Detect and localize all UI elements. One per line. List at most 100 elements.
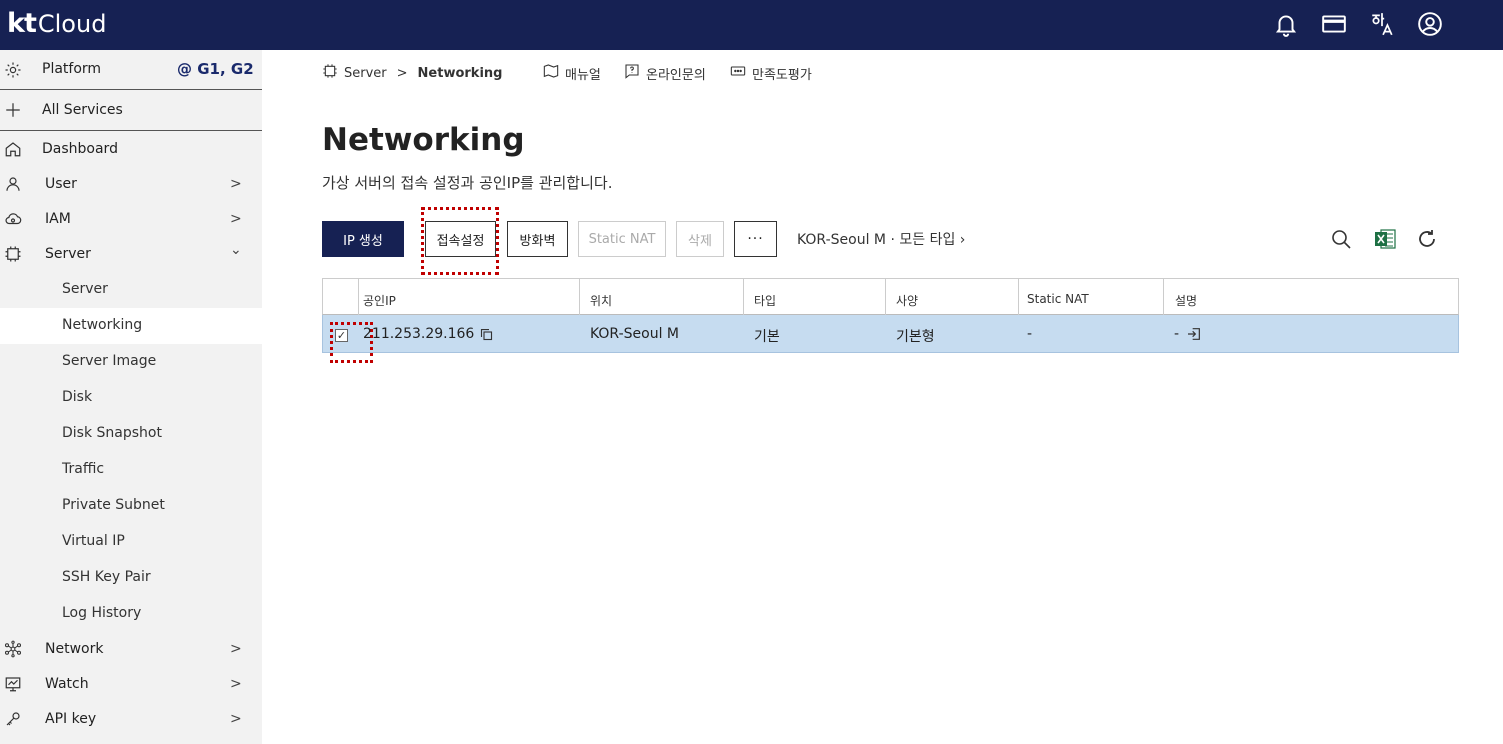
sidebar-sub-ssh-key-pair[interactable]: SSH Key Pair — [0, 560, 262, 596]
sidebar-sub-disk[interactable]: Disk — [0, 380, 262, 416]
platform-tag: @ G1, G2 — [177, 60, 254, 78]
edit-enter-icon[interactable] — [1186, 326, 1202, 342]
chevron-right-icon: > — [230, 676, 242, 692]
sidebar-sub-server[interactable]: Server — [0, 272, 262, 308]
static-nat-button[interactable]: Static NAT — [578, 221, 666, 257]
sidebar-item-server[interactable]: Server ⌄ — [0, 236, 262, 272]
page-description: 가상 서버의 접속 설정과 공인IP를 관리합니다. — [322, 174, 613, 192]
sidebar-sub-label: Traffic — [62, 461, 105, 477]
page-title: Networking — [322, 122, 525, 158]
kt-cloud-logo[interactable]: kt Cloud — [7, 8, 106, 39]
sidebar-sub-virtual-ip[interactable]: Virtual IP — [0, 524, 262, 560]
sidebar-item-user[interactable]: User > — [0, 166, 262, 202]
logo-cloud: Cloud — [37, 10, 107, 38]
sidebar-item-dashboard[interactable]: Dashboard — [0, 131, 262, 167]
plus-icon — [4, 101, 22, 119]
sidebar-item-label: Network — [45, 641, 104, 657]
book-icon — [543, 63, 565, 83]
sidebar-item-label: User — [45, 176, 77, 192]
bell-icon[interactable] — [1271, 9, 1301, 39]
sidebar-item-api-key[interactable]: API key > — [0, 701, 262, 737]
question-icon — [624, 63, 646, 83]
sidebar-sub-traffic[interactable]: Traffic — [0, 452, 262, 488]
home-icon — [4, 140, 22, 158]
chevron-down-icon: ⌄ — [230, 242, 242, 258]
column-header-spec[interactable]: 사양 — [885, 279, 1018, 316]
user-icon — [4, 175, 22, 193]
column-header-static-nat[interactable]: Static NAT — [1018, 279, 1163, 316]
sidebar-sub-networking[interactable]: Networking — [0, 308, 262, 344]
column-header-location[interactable]: 위치 — [579, 279, 743, 316]
breadcrumb-root[interactable]: Server — [344, 66, 387, 81]
sidebar-item-label: API key — [45, 711, 97, 727]
column-header-description[interactable]: 설명 — [1163, 279, 1459, 316]
manual-link[interactable]: 매뉴얼 — [543, 63, 601, 83]
table-header: 공인IP 위치 타입 사양 Static NAT 설명 — [322, 278, 1459, 316]
breadcrumb-separator: > — [396, 65, 408, 81]
more-button[interactable]: ··· — [734, 221, 777, 257]
sidebar-sub-label: SSH Key Pair — [62, 569, 151, 585]
manual-label: 매뉴얼 — [565, 67, 601, 83]
language-icon[interactable] — [1367, 9, 1397, 39]
survey-label: 만족도평가 — [752, 67, 812, 83]
chevron-right-icon: > — [230, 641, 242, 657]
search-icon[interactable] — [1329, 227, 1353, 251]
sidebar-sub-label: Disk Snapshot — [62, 425, 162, 441]
key-icon — [4, 710, 22, 728]
breadcrumb-current: Networking — [417, 65, 503, 81]
sidebar: Platform @ G1, G2 All Services Dashboard… — [0, 50, 262, 744]
inquiry-link[interactable]: 온라인문의 — [624, 63, 706, 83]
chevron-right-icon: > — [230, 176, 242, 192]
all-services-label: All Services — [42, 102, 123, 118]
chat-dots-icon — [730, 63, 752, 83]
all-services-link[interactable]: All Services — [0, 91, 262, 131]
top-bar: kt Cloud — [0, 0, 1503, 50]
column-header-type[interactable]: 타입 — [743, 279, 885, 316]
cell-public-ip: 211.253.29.166 — [363, 326, 494, 342]
sidebar-sub-log-history[interactable]: Log History — [0, 596, 262, 632]
gear-icon — [4, 61, 22, 79]
region-type-filter[interactable]: KOR-Seoul M · 모든 타입 › — [797, 229, 965, 249]
sidebar-sub-label: Virtual IP — [62, 533, 125, 549]
cloud-icon — [4, 210, 22, 228]
cell-spec: 기본형 — [896, 329, 935, 345]
sidebar-sub-server-image[interactable]: Server Image — [0, 344, 262, 380]
survey-link[interactable]: 만족도평가 — [730, 63, 812, 83]
logo-kt: kt — [7, 8, 37, 39]
delete-button[interactable]: 삭제 — [676, 221, 724, 257]
platform-selector[interactable]: Platform @ G1, G2 — [0, 50, 262, 90]
sidebar-item-label: IAM — [45, 211, 71, 227]
copy-icon[interactable] — [479, 327, 494, 342]
create-ip-button[interactable]: IP 생성 — [322, 221, 404, 257]
sidebar-item-label: Dashboard — [42, 141, 118, 157]
table-row[interactable]: ✓ 211.253.29.166 KOR-Seoul M 기본 기본형 - - — [322, 315, 1459, 363]
sidebar-sub-label: Disk — [62, 389, 93, 405]
chevron-right-icon: > — [230, 211, 242, 227]
chevron-right-icon: > — [230, 711, 242, 727]
firewall-button[interactable]: 방화벽 — [507, 221, 568, 257]
sidebar-sub-label: Networking — [62, 317, 143, 333]
excel-icon[interactable] — [1373, 227, 1397, 251]
chip-icon — [322, 63, 344, 83]
inquiry-label: 온라인문의 — [646, 67, 706, 83]
network-icon — [4, 640, 22, 658]
sidebar-item-iam[interactable]: IAM > — [0, 201, 262, 237]
monitor-icon — [4, 675, 22, 693]
access-settings-highlight — [421, 207, 499, 275]
description-value: - — [1174, 326, 1180, 342]
sidebar-item-label: Watch — [45, 676, 89, 692]
sidebar-item-network[interactable]: Network > — [0, 631, 262, 667]
cell-static-nat: - — [1027, 326, 1033, 342]
column-header-public-ip[interactable]: 공인IP — [358, 279, 578, 316]
card-icon[interactable] — [1319, 9, 1349, 39]
sidebar-sub-label: Server Image — [62, 353, 157, 369]
account-icon[interactable] — [1415, 9, 1445, 39]
cell-description: - — [1174, 326, 1202, 342]
sidebar-sub-disk-snapshot[interactable]: Disk Snapshot — [0, 416, 262, 452]
chip-icon — [4, 245, 22, 263]
sidebar-sub-private-subnet[interactable]: Private Subnet — [0, 488, 262, 524]
refresh-icon[interactable] — [1415, 227, 1439, 251]
public-ip-value: 211.253.29.166 — [363, 326, 475, 342]
sidebar-item-watch[interactable]: Watch > — [0, 666, 262, 702]
sidebar-sub-label: Private Subnet — [62, 497, 165, 513]
